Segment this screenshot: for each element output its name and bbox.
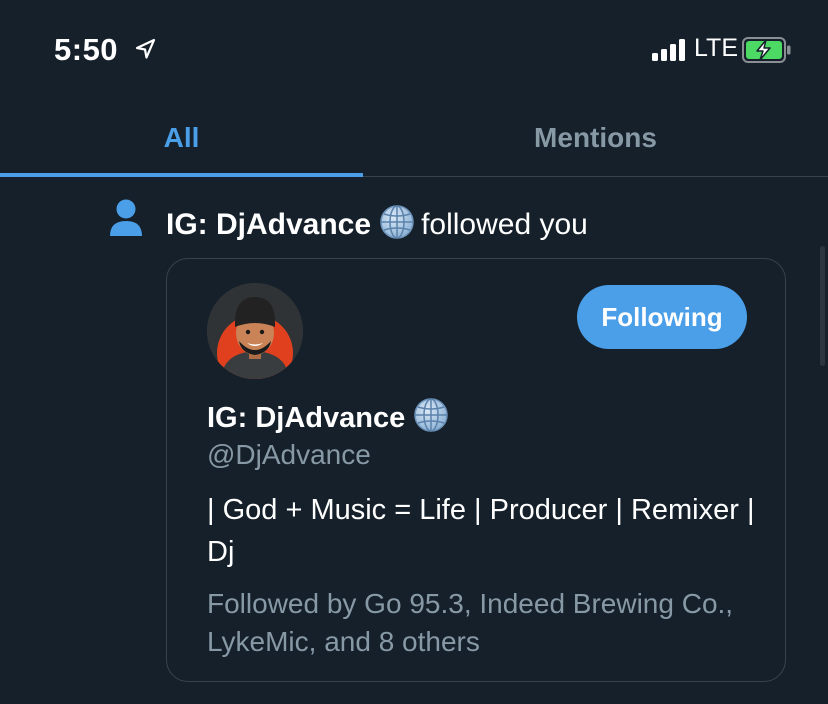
scrollbar[interactable] xyxy=(820,246,825,366)
notifications-tabs: All Mentions xyxy=(0,100,828,177)
tab-all[interactable]: All xyxy=(0,100,363,176)
notification-text[interactable]: IG: DjAdvance followed you xyxy=(166,204,588,242)
battery-charging-icon xyxy=(742,37,791,63)
status-time: 5:50 xyxy=(54,32,119,67)
card-display-name[interactable]: IG: DjAdvance xyxy=(207,397,455,435)
notification-actor-name[interactable]: IG: DjAdvance xyxy=(166,208,371,241)
active-tab-indicator xyxy=(0,173,363,177)
globe-icon xyxy=(414,398,448,432)
globe-icon xyxy=(380,205,414,239)
notification-action: followed you xyxy=(421,208,588,241)
card-followed-by: Followed by Go 95.3, Indeed Brewing Co.,… xyxy=(207,588,734,657)
signal-icon xyxy=(652,39,686,61)
avatar[interactable] xyxy=(207,283,303,379)
network-label: LTE xyxy=(694,34,738,62)
person-icon xyxy=(110,199,142,236)
card-name-text[interactable]: IG: DjAdvance xyxy=(207,402,405,434)
card-handle[interactable]: @DjAdvance xyxy=(207,439,371,471)
location-arrow-icon xyxy=(135,38,156,59)
card-bio: | God + Music = Life | Producer | Remixe… xyxy=(207,494,755,568)
user-card[interactable]: Following IG: DjAdvance @DjAdvance | God… xyxy=(166,258,786,682)
status-bar: 5:50 LTE xyxy=(0,0,828,100)
avatar-image xyxy=(207,283,303,379)
tab-mentions[interactable]: Mentions xyxy=(363,100,828,176)
following-button[interactable]: Following xyxy=(577,285,747,349)
